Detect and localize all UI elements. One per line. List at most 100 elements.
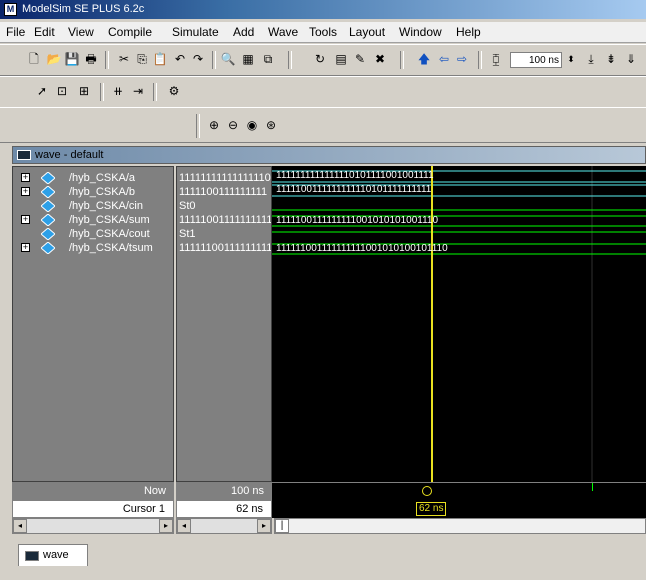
signal-row[interactable]: + /hyb_CSKA/b — [13, 185, 173, 199]
expand-icon[interactable]: + — [21, 215, 30, 224]
signal-name: /hyb_CSKA/sum — [69, 214, 150, 226]
wave-toolbar: ➚ ⊡ ⊞ ⧺ ⇥ ⚙ — [0, 76, 646, 108]
signal-value: St0 — [179, 200, 196, 212]
toolbar-separator — [288, 51, 292, 69]
save-icon[interactable]: 💾 — [64, 51, 80, 67]
scroll-right-icon[interactable]: ▸ — [159, 519, 173, 533]
new-file-icon[interactable]: 🗋 — [26, 51, 42, 67]
arrow-left-icon[interactable]: ⇦ — [436, 51, 452, 67]
signal-diamond-icon — [41, 242, 55, 254]
zoom-cursor-icon[interactable]: ⊛ — [263, 117, 279, 133]
find-icon[interactable]: 🔍 — [220, 51, 236, 67]
zoom-full-icon[interactable]: ◉ — [244, 117, 260, 133]
profile-icon[interactable]: ✎ — [352, 51, 368, 67]
menu-edit[interactable]: Edit — [34, 25, 55, 39]
cut-icon[interactable]: ✂ — [116, 51, 132, 67]
menu-help[interactable]: Help — [456, 25, 481, 39]
value-row: St0 — [177, 199, 271, 213]
restart-icon[interactable]: ↻ — [312, 51, 328, 67]
wave-pane-scrollbar[interactable]: | — [274, 518, 646, 534]
waveform-pane[interactable]: 1111111111111110101111001001111 11111001… — [272, 166, 646, 482]
signal-value: 11111100111111111 — [179, 242, 272, 254]
spinner-icon[interactable]: ⬍ — [563, 51, 579, 67]
wave-window-header: wave - default — [12, 146, 646, 164]
now-label: Now — [143, 485, 166, 497]
menu-compile[interactable]: Compile — [108, 25, 152, 39]
signal-name: /hyb_CSKA/b — [69, 186, 136, 198]
copy-icon[interactable]: ⎘ — [134, 51, 150, 67]
cursor-label-cell[interactable]: Cursor 1 — [12, 500, 174, 518]
signal-value: 11111001111111111 — [179, 214, 272, 226]
memory-icon[interactable]: ▤ — [333, 51, 349, 67]
signal-row[interactable]: + /hyb_CSKA/a — [13, 171, 173, 185]
signal-name: /hyb_CSKA/tsum — [69, 242, 153, 254]
zoom-toolbar: ⊕ ⊖ ◉ ⊛ — [0, 107, 646, 143]
menu-file[interactable]: File — [6, 25, 25, 39]
scroll-left-icon[interactable]: ◂ — [177, 519, 191, 533]
cursor-handle-icon[interactable] — [422, 486, 432, 496]
zoom-out-icon[interactable]: ⊖ — [225, 117, 241, 133]
cursor-time-marker[interactable]: 62 ns — [416, 502, 447, 516]
tab-wave[interactable]: wave — [18, 544, 88, 566]
expand-icon[interactable]: + — [21, 187, 30, 196]
zoom-in-icon[interactable]: ⊕ — [206, 117, 222, 133]
break-icon[interactable]: ✖ — [372, 51, 388, 67]
menu-layout[interactable]: Layout — [349, 25, 385, 39]
name-pane-scrollbar[interactable]: ◂ ▸ — [12, 518, 174, 534]
menu-window[interactable]: Window — [399, 25, 442, 39]
signal-row[interactable]: + /hyb_CSKA/sum — [13, 213, 173, 227]
menu-tools[interactable]: Tools — [309, 25, 337, 39]
continue-icon[interactable]: ⇟ — [603, 51, 619, 67]
edit-mode-icon[interactable]: ⊞ — [76, 83, 92, 99]
paste-icon[interactable]: 📋 — [152, 51, 168, 67]
arrow-up-icon[interactable]: 🡅 — [416, 51, 432, 67]
insert-cursor-icon[interactable]: ⧺ — [110, 83, 126, 99]
cursor-value-cell[interactable]: 62 ns — [176, 500, 272, 518]
arrow-right-icon[interactable]: ⇨ — [454, 51, 470, 67]
signal-name: /hyb_CSKA/a — [69, 172, 136, 184]
menu-simulate[interactable]: Simulate — [172, 25, 219, 39]
value-pane-scrollbar[interactable]: ◂ ▸ — [176, 518, 272, 534]
print-icon[interactable]: 🖶 — [83, 51, 99, 67]
bus-b-value-text: 1111100111111111110101111111111 — [276, 184, 432, 195]
hierarchy-icon[interactable]: ⧉ — [260, 51, 276, 67]
zoom-mode-icon[interactable]: ⊡ — [54, 83, 70, 99]
time-tick — [592, 483, 593, 491]
value-row: 11111111111111110 — [177, 171, 271, 185]
signal-name: /hyb_CSKA/cout — [69, 228, 150, 240]
run-length-input[interactable]: 100 ns — [510, 52, 562, 68]
signal-diamond-icon — [41, 172, 55, 184]
signal-row[interactable]: /hyb_CSKA/cin — [13, 199, 173, 213]
signal-value: St1 — [179, 228, 196, 240]
timeline-strip[interactable] — [272, 482, 646, 500]
scroll-left-icon[interactable]: | — [275, 519, 289, 533]
signal-row[interactable]: + /hyb_CSKA/tsum — [13, 241, 173, 255]
run-length-icon[interactable]: ⧮ — [488, 51, 504, 67]
open-folder-icon[interactable]: 📂 — [46, 51, 62, 67]
undo-icon[interactable]: ↶ — [172, 51, 188, 67]
menu-view[interactable]: View — [68, 25, 94, 39]
dataflow-icon[interactable]: ⚙ — [166, 83, 182, 99]
pointer-icon[interactable]: ➚ — [34, 83, 50, 99]
run-all-icon[interactable]: ⇓ — [623, 51, 639, 67]
format-icon[interactable]: ▦ — [240, 51, 256, 67]
menu-wave[interactable]: Wave — [268, 25, 298, 39]
menu-add[interactable]: Add — [233, 25, 254, 39]
toolbar-separator — [153, 83, 157, 101]
signal-row[interactable]: /hyb_CSKA/cout — [13, 227, 173, 241]
signal-value: 1111100111111111 — [179, 186, 268, 198]
delete-cursor-icon[interactable]: ⇥ — [130, 83, 146, 99]
value-row: St1 — [177, 227, 271, 241]
expand-icon[interactable]: + — [21, 173, 30, 182]
wave-tab-icon — [25, 551, 39, 561]
expand-icon[interactable]: + — [21, 243, 30, 252]
redo-icon[interactable]: ↷ — [190, 51, 206, 67]
toolbar-separator — [478, 51, 482, 69]
tab-wave-label: wave — [43, 549, 69, 561]
signal-diamond-icon — [41, 186, 55, 198]
scroll-right-icon[interactable]: ▸ — [257, 519, 271, 533]
now-label-cell: Now — [12, 482, 174, 500]
signal-diamond-icon — [41, 228, 55, 240]
run-icon[interactable]: ⤓ — [583, 51, 599, 67]
scroll-left-icon[interactable]: ◂ — [13, 519, 27, 533]
